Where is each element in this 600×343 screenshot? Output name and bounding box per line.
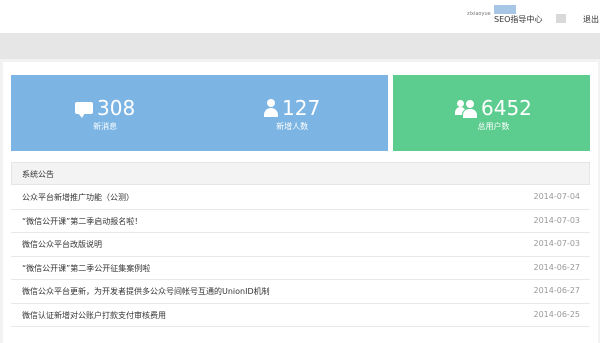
announcement-date: 2014-06-27 [533, 286, 581, 295]
stats-panel-blue [11, 75, 388, 151]
user-icon [264, 99, 278, 117]
announcement-item[interactable]: 微信公众平台改版说明 2014-07-03 [11, 233, 590, 257]
stat-label: 新增人数 [276, 122, 309, 131]
seo-center-link[interactable]: SEO指导中心 [494, 14, 542, 25]
stat-new-users[interactable]: 127 新增人数 [264, 97, 320, 132]
announcement-date: 2014-07-03 [533, 239, 581, 248]
stat-label: 总用户数 [477, 122, 510, 131]
stat-value: 127 [282, 96, 321, 120]
stat-total-users[interactable]: 6452 总用户数 [455, 97, 532, 132]
announcements-list: 公众平台新增推广功能（公测） 2014-07-04 “微信公开课”第二季启动报名… [11, 186, 590, 327]
announcement-item[interactable]: 微信认证新增对公账户打款支付审核费用 2014-06-25 [11, 304, 590, 327]
logout-link[interactable]: 退出 [583, 14, 599, 25]
announcement-title[interactable]: 公众平台新增推广功能（公测） [22, 192, 134, 203]
stat-label: 新消息 [93, 122, 118, 131]
notification-badge[interactable] [494, 5, 516, 14]
users-icon [455, 99, 478, 119]
stat-value: 308 [97, 96, 136, 120]
stat-value: 6452 [481, 96, 532, 120]
header-band [0, 33, 600, 59]
settings-placeholder[interactable] [556, 14, 566, 23]
announcement-date: 2014-07-04 [533, 192, 581, 201]
user-name[interactable]: zlxiaoyue [467, 11, 491, 17]
announcement-item[interactable]: 公众平台新增推广功能（公测） 2014-07-04 [11, 186, 590, 210]
announcement-item[interactable]: “微信公开课”第二季启动报名啦！ 2014-07-03 [11, 210, 590, 233]
announcement-item[interactable]: 微信公众平台更新，为开发者提供多公众号间帐号互通的UnionID机制 2014-… [11, 280, 590, 304]
announcement-item[interactable]: “微信公开课”第二季公开征集案例啦 2014-06-27 [11, 257, 590, 280]
top-bar: zlxiaoyue SEO指导中心 退出 [0, 0, 600, 33]
message-icon [75, 102, 93, 122]
announcements-title: 系统公告 [22, 170, 54, 179]
announcement-title[interactable]: 微信公众平台更新，为开发者提供多公众号间帐号互通的UnionID机制 [22, 286, 270, 297]
announcement-date: 2014-06-27 [533, 262, 581, 272]
announcements-header: 系统公告 [11, 162, 590, 185]
announcement-date: 2014-07-03 [533, 215, 581, 225]
announcement-title[interactable]: “微信公开课”第二季启动报名啦！ [22, 216, 142, 227]
announcement-title[interactable]: 微信公众平台改版说明 [22, 239, 102, 250]
stat-new-messages[interactable]: 308 新消息 [75, 97, 135, 132]
announcement-date: 2014-06-25 [533, 309, 581, 319]
announcement-title[interactable]: “微信公开课”第二季公开征集案例啦 [22, 263, 150, 274]
announcement-title[interactable]: 微信认证新增对公账户打款支付审核费用 [22, 310, 166, 321]
